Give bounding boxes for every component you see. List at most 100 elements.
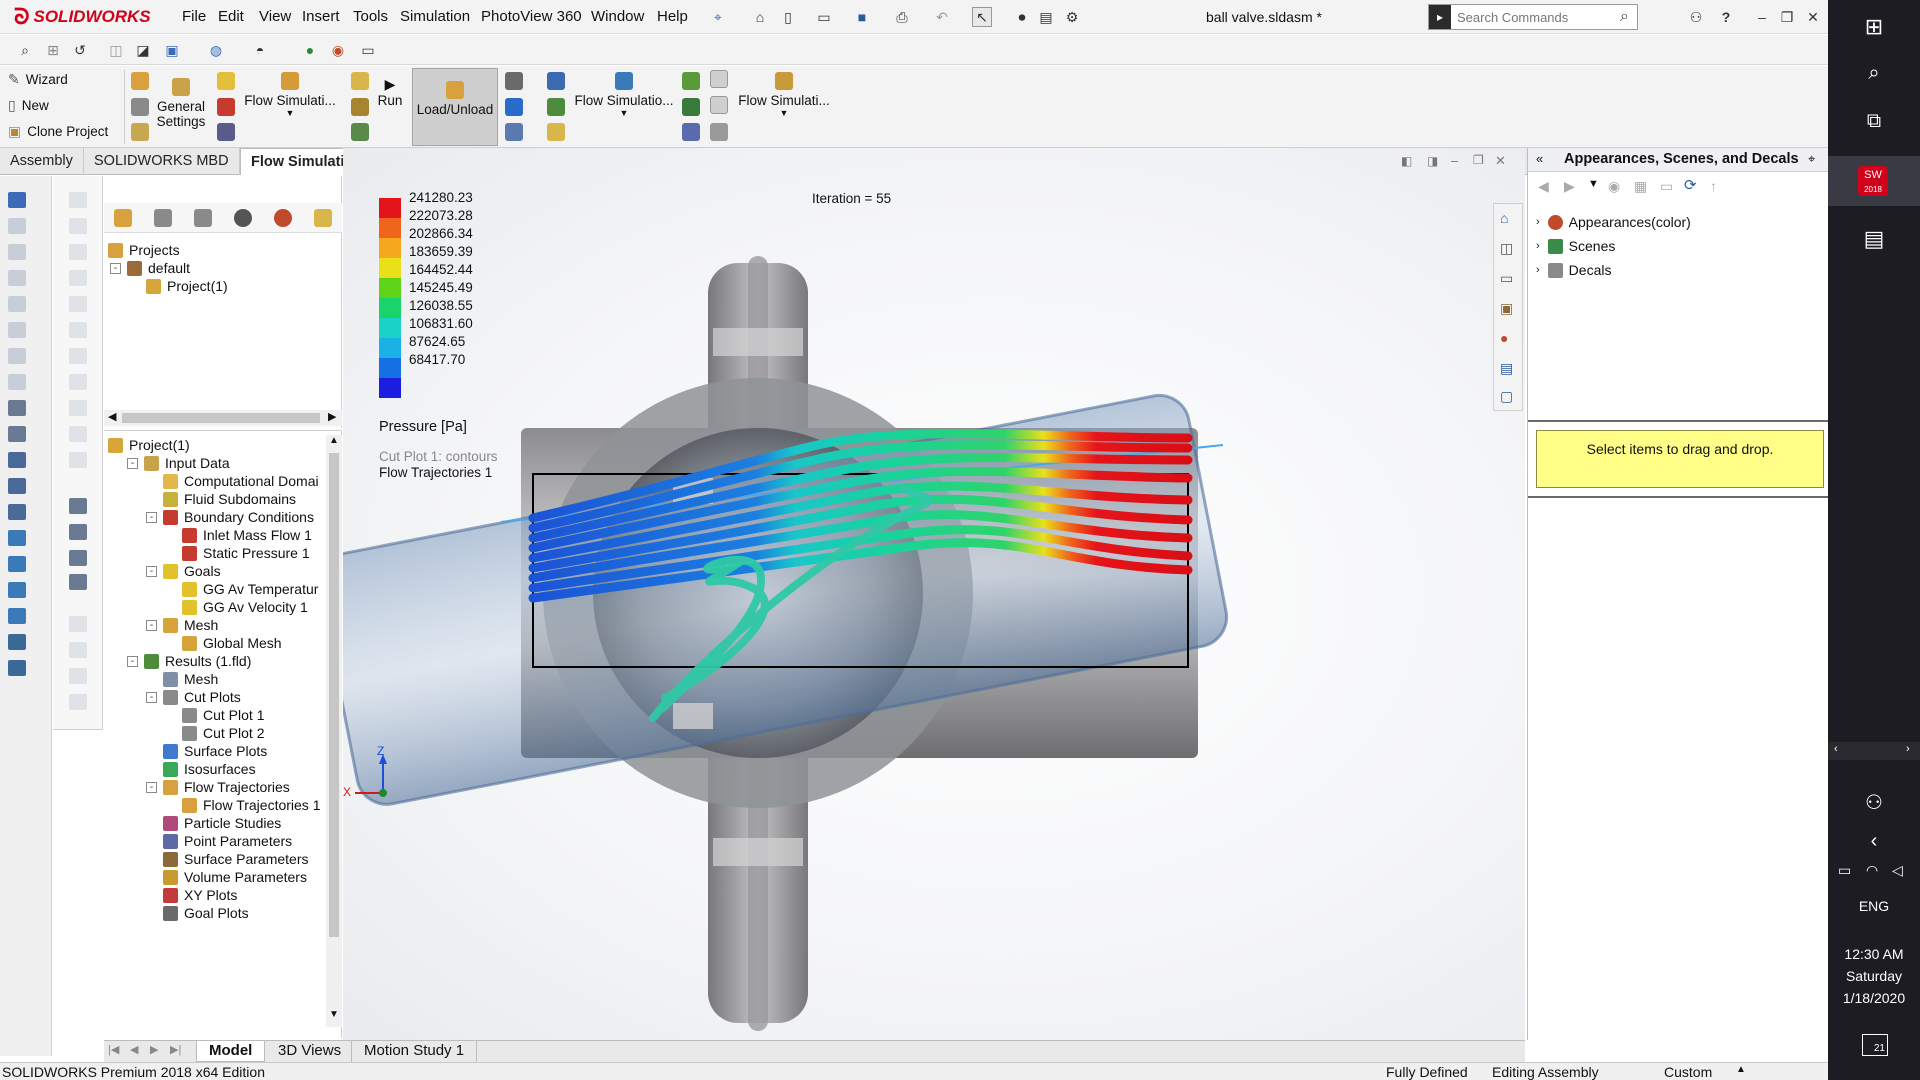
tree-node[interactable]: Project(1) xyxy=(108,437,190,453)
appearance-tool-icon[interactable]: ◉ xyxy=(1608,178,1620,195)
minimize-icon[interactable]: – xyxy=(1752,7,1772,27)
cut-plot-icon[interactable] xyxy=(505,72,523,90)
restore-icon[interactable]: ❐ xyxy=(1777,7,1797,27)
tab-3d-views[interactable]: 3D Views xyxy=(268,1041,353,1062)
scroll-right-icon[interactable]: › xyxy=(1906,743,1910,755)
tree-node[interactable]: Goal Plots xyxy=(146,905,249,921)
scroll-left-icon[interactable]: ‹ xyxy=(1834,743,1838,755)
collapse-pane-icon[interactable]: « xyxy=(1536,151,1543,166)
tool-icon-7[interactable] xyxy=(8,348,26,364)
project-settings-icon[interactable] xyxy=(131,123,149,141)
tree-node[interactable]: XY Plots xyxy=(146,887,237,903)
dim-xpert-icon[interactable] xyxy=(234,209,252,227)
pin-pane-icon[interactable]: ⌖ xyxy=(1808,151,1815,167)
tool-icon-14[interactable] xyxy=(8,530,26,546)
lightbulb-icon[interactable] xyxy=(710,70,728,88)
tool-icon-13[interactable] xyxy=(8,504,26,520)
tool-icon-18[interactable] xyxy=(8,634,26,650)
tree-node[interactable]: Surface Plots xyxy=(146,743,267,759)
show-hidden-icons[interactable]: ‹ xyxy=(1828,830,1920,853)
hide-show-icon[interactable]: ◍ xyxy=(206,40,226,60)
boundary-icon[interactable] xyxy=(217,98,235,116)
menu-insert[interactable]: Insert xyxy=(302,8,340,25)
strip-icon-8[interactable] xyxy=(69,374,87,390)
flow-analysis-tree-icon[interactable] xyxy=(314,209,332,227)
taskbar-scroll[interactable]: ‹ › xyxy=(1828,742,1920,760)
expand-icon[interactable]: › xyxy=(1536,216,1540,228)
windows-start-icon[interactable]: ⊞ xyxy=(1828,14,1920,40)
collapse-icon[interactable]: - xyxy=(146,511,157,523)
tree-project-1[interactable]: Project(1) xyxy=(146,278,228,294)
tree-node[interactable]: GG Av Velocity 1 xyxy=(165,599,308,615)
library-icon[interactable]: ▦ xyxy=(1634,178,1647,195)
zoom-icon[interactable]: ⌕ xyxy=(15,40,35,60)
menu-tools[interactable]: Tools xyxy=(353,8,388,25)
undo-icon[interactable]: ↶ xyxy=(932,7,952,27)
new-project-button[interactable]: ▯ New xyxy=(8,97,49,114)
config-manager-icon[interactable] xyxy=(194,209,212,227)
tree-node[interactable]: Fluid Subdomains xyxy=(146,491,296,507)
task-view-icon[interactable]: ⧉ xyxy=(1828,110,1920,133)
strip-icon-10[interactable] xyxy=(69,426,87,442)
tool-icon-16[interactable] xyxy=(8,582,26,598)
mesh-icon[interactable] xyxy=(351,72,369,90)
refresh-icon[interactable]: ⟳ xyxy=(1684,176,1697,194)
tree-node[interactable]: Cut Plot 1 xyxy=(165,707,264,723)
clock-date[interactable]: 1/18/2020 xyxy=(1828,990,1920,1006)
strip-icon-4[interactable] xyxy=(69,270,87,286)
tree-node[interactable]: - Cut Plots xyxy=(146,689,241,705)
collapse-icon[interactable]: - xyxy=(146,781,157,793)
units-chevron-icon[interactable]: ▲ xyxy=(1736,1064,1746,1075)
solidworks-taskbar-button[interactable]: SW 2018 xyxy=(1828,156,1920,206)
video-editor-icon[interactable]: ▤ xyxy=(1828,226,1920,252)
user-icon[interactable]: ⚇ xyxy=(1686,7,1706,27)
item-appearances[interactable]: › Appearances(color) xyxy=(1536,214,1691,230)
strip-icon-11[interactable] xyxy=(69,452,87,468)
strip-icon-6[interactable] xyxy=(69,322,87,338)
help-icon[interactable]: ? xyxy=(1716,7,1736,27)
particle-icon[interactable] xyxy=(547,123,565,141)
strip-icon-12[interactable] xyxy=(69,498,87,514)
tree-node[interactable]: Mesh xyxy=(146,671,218,687)
history-dropdown-icon[interactable]: ▼ xyxy=(1588,178,1599,190)
flow-tool-icon[interactable] xyxy=(131,72,149,90)
print-icon[interactable]: ⎙ xyxy=(892,7,912,27)
strip-icon-1[interactable] xyxy=(69,192,87,208)
strip-icon-13[interactable] xyxy=(69,524,87,540)
collapse-icon[interactable]: - xyxy=(127,655,138,667)
property-manager-icon[interactable] xyxy=(154,209,172,227)
tab-assembly[interactable]: Assembly xyxy=(0,148,84,175)
flow-simulation-dropdown-3[interactable]: Flow Simulati... ▼ xyxy=(732,72,836,118)
scroll-right-icon[interactable]: ▶ xyxy=(328,410,336,423)
wifi-icon[interactable]: ◠ xyxy=(1866,862,1878,879)
clock-time[interactable]: 12:30 AM xyxy=(1828,946,1920,962)
units-label[interactable]: Custom xyxy=(1664,1064,1712,1080)
tree-node[interactable]: Cut Plot 2 xyxy=(165,725,264,741)
tree-default-config[interactable]: - default xyxy=(110,260,190,276)
tool-icon-17[interactable] xyxy=(8,608,26,624)
collapse-icon[interactable]: - xyxy=(146,565,157,577)
collapse-icon[interactable]: - xyxy=(110,262,121,274)
tree-node[interactable]: Volume Parameters xyxy=(146,869,307,885)
tool-icon-3[interactable] xyxy=(8,244,26,260)
calc-control-icon[interactable] xyxy=(131,98,149,116)
tree-node[interactable]: Particle Studies xyxy=(146,815,281,831)
options-gear-icon[interactable]: ⚙ xyxy=(1062,7,1082,27)
new-folder-icon[interactable]: ▭ xyxy=(1660,178,1673,195)
scroll-left-icon[interactable]: ◀ xyxy=(108,410,116,423)
flow-simulation-dropdown-1[interactable]: Flow Simulati... ▼ xyxy=(244,72,336,118)
tool-icon-10[interactable] xyxy=(8,426,26,442)
tree-node[interactable]: - Flow Trajectories xyxy=(146,779,290,795)
tree-node[interactable]: Surface Parameters xyxy=(146,851,309,867)
select-icon[interactable]: ↖ xyxy=(972,7,992,27)
battery-icon[interactable]: ▭ xyxy=(1838,862,1851,879)
item-decals[interactable]: › Decals xyxy=(1536,262,1611,278)
tree-projects-root[interactable]: Projects xyxy=(108,242,180,258)
strip-icon-18[interactable] xyxy=(69,668,87,684)
clock-day[interactable]: Saturday xyxy=(1828,968,1920,984)
first-tab-icon[interactable]: |◀ xyxy=(108,1043,119,1056)
surface-plot-icon[interactable] xyxy=(547,72,565,90)
clone-project-button[interactable]: ▣ Clone Project xyxy=(8,123,108,140)
forward-icon[interactable]: ▶ xyxy=(1564,178,1575,195)
realview-icon[interactable]: ◉ xyxy=(328,40,348,60)
